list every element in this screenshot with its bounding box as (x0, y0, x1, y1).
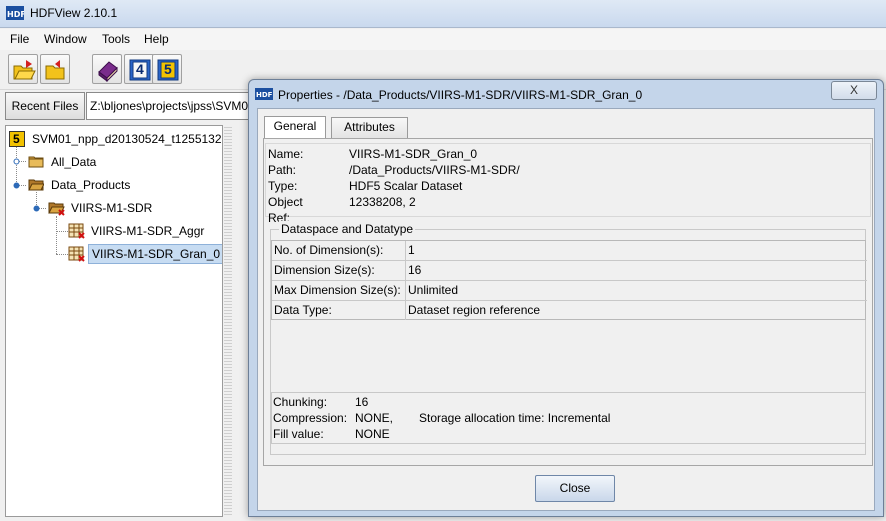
tree-node-viirs-m1-sdr-gran-0[interactable]: VIIRS-M1-SDR_Gran_0 (68, 244, 222, 264)
general-info-section: Name: VIIRS-M1-SDR_Gran_0 Path: /Data_Pr… (265, 143, 871, 225)
compression-row: Compression: NONE, Storage allocation ti… (273, 410, 863, 426)
tab-attributes[interactable]: Attributes (331, 117, 408, 138)
general-tab-panel: Name: VIIRS-M1-SDR_Gran_0 Path: /Data_Pr… (263, 138, 873, 466)
object-ref-value: 12338208, 2 (349, 195, 416, 209)
folder-open-icon (28, 177, 45, 197)
menu-bar: File Window Tools Help (0, 29, 886, 50)
row-label: Dimension Size(s): (274, 263, 375, 277)
menu-window[interactable]: Window (44, 32, 87, 46)
hdf4-library-button[interactable]: 4 (124, 54, 154, 84)
compression-label: Compression: (273, 411, 348, 425)
open-folder-icon (13, 60, 36, 80)
tree-node-label: Data_Products (51, 178, 131, 192)
path-value: /Data_Products/VIIRS-M1-SDR/ (349, 163, 520, 177)
recent-files-button[interactable]: Recent Files (5, 92, 85, 120)
path-label: Path: (268, 163, 297, 177)
hdf5-label: 5 (164, 61, 172, 77)
hdf-logo-icon: HDF (255, 88, 273, 100)
svg-text:HDF: HDF (256, 91, 273, 99)
tree-node-data-products[interactable]: Data_Products (28, 175, 218, 195)
compression-value: NONE, (355, 411, 394, 425)
tree-node-viirs-m1-sdr-aggr[interactable]: VIIRS-M1-SDR_Aggr (68, 221, 218, 241)
tree-root-label: SVM01_npp_d20130524_t1255132 (32, 132, 222, 146)
dialog-titlebar[interactable]: HDF Properties - /Data_Products/VIIRS-M1… (249, 80, 883, 108)
chunking-label: Chunking: (273, 395, 328, 409)
file-path-input[interactable]: Z:\bljones\projects\jpss\SVM0 (86, 92, 256, 120)
window-title: HDFView 2.10.1 (30, 6, 118, 20)
row-label: Max Dimension Size(s): (274, 283, 401, 297)
tree-expand-icon[interactable] (13, 158, 20, 165)
close-icon: X (849, 83, 858, 97)
properties-dialog: HDF Properties - /Data_Products/VIIRS-M1… (248, 79, 884, 517)
name-label: Name: (268, 147, 304, 161)
fill-value-label: Fill value: (273, 427, 324, 441)
storage-info-section: Chunking: 16 Compression: NONE, Storage … (271, 392, 866, 444)
table-row: Max Dimension Size(s): Unlimited (272, 281, 867, 301)
tree-node-all-data[interactable]: All_Data (28, 152, 218, 172)
tree-root-file[interactable]: 5 SVM01_npp_d20130524_t1255132 (9, 129, 222, 149)
panel-splitter[interactable] (224, 125, 232, 517)
help-book-icon (98, 61, 118, 82)
dialog-title: Properties - /Data_Products/VIIRS-M1-SDR… (278, 88, 643, 102)
row-value: Unlimited (405, 281, 865, 300)
dialog-close-x-button[interactable]: X (831, 81, 877, 100)
close-file-button[interactable] (40, 54, 70, 84)
row-value: 1 (405, 241, 865, 260)
hdf5-library-button[interactable]: 5 (152, 54, 182, 84)
hdf-logo-icon: HDF (6, 6, 24, 20)
row-label: Data Type: (274, 303, 332, 317)
tree-collapse-icon[interactable] (33, 205, 40, 212)
dataspace-legend: Dataspace and Datatype (279, 221, 416, 237)
tree-node-label: VIIRS-M1-SDR_Gran_0 (88, 244, 222, 264)
tree-connector (56, 231, 68, 232)
file-tree-panel: 5 SVM01_npp_d20130524_t1255132 All_Data … (5, 125, 223, 517)
main-titlebar: HDF HDFView 2.10.1 (0, 0, 886, 28)
svg-text:HDF: HDF (7, 10, 24, 19)
tree-node-label: All_Data (51, 155, 97, 169)
row-value: 16 (405, 261, 865, 280)
table-row: Dimension Size(s): 16 (272, 261, 867, 281)
hdf5-file-badge: 5 (13, 132, 20, 146)
dataspace-table: No. of Dimension(s): 1 Dimension Size(s)… (271, 240, 867, 321)
chunking-value: 16 (355, 395, 369, 409)
name-value: VIIRS-M1-SDR_Gran_0 (349, 147, 478, 161)
tree-node-viirs-m1-sdr[interactable]: VIIRS-M1-SDR (48, 198, 218, 218)
dialog-body: General Attributes Name: VIIRS-M1-SDR_Gr… (257, 108, 875, 511)
close-button[interactable]: Close (535, 475, 615, 502)
table-row: No. of Dimension(s): 1 (272, 241, 867, 261)
storage-allocation-text: Storage allocation time: Incremental (419, 411, 611, 425)
folder-closed-icon (28, 154, 44, 174)
tree-connector (56, 254, 68, 255)
type-value: HDF5 Scalar Dataset (349, 179, 463, 193)
dataset-table-icon (68, 246, 86, 268)
row-value: Dataset region reference (405, 301, 865, 320)
row-label: No. of Dimension(s): (274, 243, 384, 257)
menu-tools[interactable]: Tools (102, 32, 130, 46)
table-row: Data Type: Dataset region reference (272, 301, 867, 321)
dataset-table-icon (68, 223, 86, 245)
folder-open-icon (48, 200, 66, 222)
tree-node-label: VIIRS-M1-SDR_Aggr (91, 224, 205, 238)
menu-file[interactable]: File (10, 32, 29, 46)
menu-help[interactable]: Help (144, 32, 169, 46)
fill-value: NONE (355, 427, 390, 441)
dataspace-datatype-group: Dataspace and Datatype No. of Dimension(… (270, 221, 867, 455)
close-folder-icon (45, 60, 65, 80)
open-file-button[interactable] (8, 54, 38, 84)
tab-general[interactable]: General (264, 116, 326, 139)
type-label: Type: (268, 179, 298, 193)
tree-node-label: VIIRS-M1-SDR (71, 201, 153, 215)
hdf4-label: 4 (136, 61, 144, 77)
help-button[interactable] (92, 54, 122, 84)
tree-collapse-icon[interactable] (13, 182, 20, 189)
